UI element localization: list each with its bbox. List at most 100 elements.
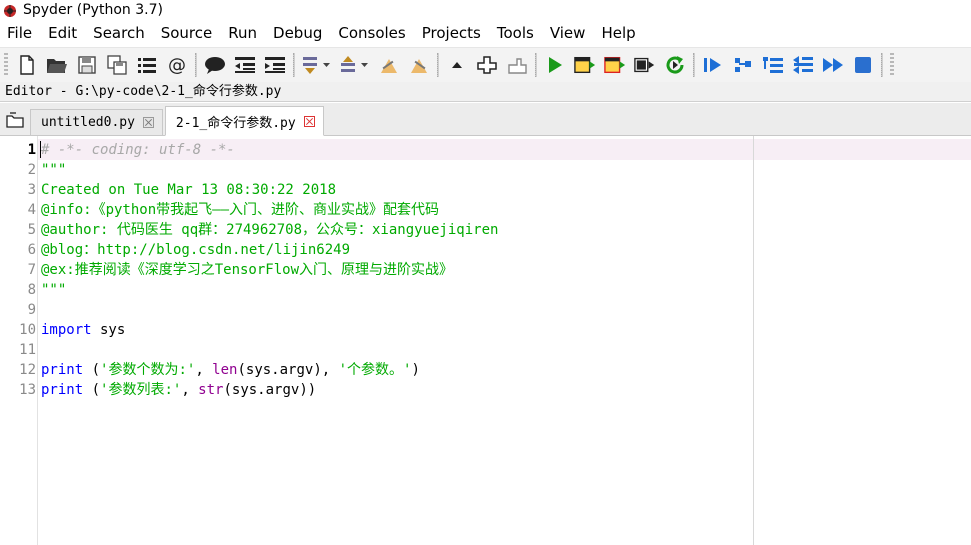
rerun-icon[interactable] — [664, 54, 686, 76]
maximize-pane-icon[interactable] — [476, 54, 498, 76]
code-line: 3 Created on Tue Mar 13 08:30:22 2018 — [0, 180, 971, 200]
toolbar-separator — [437, 53, 439, 77]
debug-icon[interactable] — [702, 54, 724, 76]
code-token-default: , — [195, 362, 213, 378]
code-line: 4 @info:《python带我起飞——入门、进阶、商业实战》配套代码 — [0, 200, 971, 220]
menu-tools[interactable]: Tools — [489, 21, 542, 45]
line-number: 12 — [19, 362, 36, 378]
open-file-icon[interactable] — [46, 54, 68, 76]
code-text: Created on Tue Mar 13 08:30:22 2018 — [41, 180, 336, 200]
toolbar-separator — [881, 53, 883, 77]
tab-label: 2-1_命令行参数.py — [175, 115, 296, 131]
code-token-string: @author: 代码医生 qq群：274962708，公众号：xiangyue… — [41, 222, 499, 238]
code-text: """ — [41, 280, 66, 300]
comment-icon[interactable] — [204, 54, 226, 76]
code-token-string: @blog：http://blog.csdn.net/lijin6249 — [41, 242, 351, 258]
code-token-builtin: len — [212, 362, 238, 378]
code-line: 10 import sys — [0, 320, 971, 340]
code-line: 9 — [0, 300, 971, 320]
code-token-keyword: print — [41, 382, 84, 398]
toolbar-separator — [535, 53, 537, 77]
spyder-icon — [3, 3, 17, 17]
browse-tabs-button[interactable] — [0, 104, 30, 135]
step-icon[interactable] — [732, 54, 754, 76]
menu-projects[interactable]: Projects — [414, 21, 489, 45]
menu-consoles[interactable]: Consoles — [330, 21, 413, 45]
code-text: @ex:推荐阅读《深度学习之TensorFlow入门、原理与进阶实战》 — [41, 260, 453, 280]
code-token-string: '个参数。' — [338, 362, 412, 378]
hand-icon[interactable] — [506, 54, 528, 76]
tab-2-1-command-line-args[interactable]: 2-1_命令行参数.py — [164, 106, 324, 136]
code-token-string: """ — [41, 162, 67, 178]
menu-file[interactable]: File — [0, 21, 40, 45]
code-token-default: (sys.argv)) — [223, 382, 317, 398]
menu-search[interactable]: Search — [85, 21, 153, 45]
svg-text:@: @ — [168, 55, 186, 75]
line-number: 13 — [19, 382, 36, 398]
toolbar-grip[interactable] — [890, 53, 894, 77]
title-bar: Spyder (Python 3.7) — [0, 0, 971, 19]
step-into-icon[interactable] — [762, 54, 784, 76]
code-text: @blog：http://blog.csdn.net/lijin6249 — [41, 240, 350, 260]
next-cursor-icon[interactable] — [340, 54, 370, 76]
code-token-default: ) — [411, 362, 420, 378]
run-cell-advance-icon[interactable] — [604, 54, 626, 76]
toolbar-separator — [293, 53, 295, 77]
code-line: 6 @blog：http://blog.csdn.net/lijin6249 — [0, 240, 971, 260]
up-arrow-icon[interactable] — [446, 54, 468, 76]
menu-help[interactable]: Help — [593, 21, 643, 45]
code-line: 13 print ('参数列表:', str(sys.argv)) — [0, 380, 971, 400]
line-number: 2 — [27, 162, 36, 178]
run-icon[interactable] — [544, 54, 566, 76]
tab-untitled0[interactable]: untitled0.py — [30, 109, 163, 135]
menu-edit[interactable]: Edit — [40, 21, 85, 45]
line-number: 6 — [27, 242, 36, 258]
save-icon[interactable] — [76, 54, 98, 76]
editor-tab-bar: untitled0.py 2-1_命令行参数.py — [0, 103, 971, 136]
code-token-string: Created on Tue Mar 13 08:30:22 2018 — [41, 182, 337, 198]
line-number: 3 — [27, 182, 36, 198]
stop-icon[interactable] — [852, 54, 874, 76]
new-file-icon[interactable] — [16, 54, 38, 76]
run-selection-icon[interactable] — [634, 54, 656, 76]
code-token-default: ( — [83, 382, 101, 398]
indent-icon[interactable] — [264, 54, 286, 76]
code-token-string: '参数个数为:' — [100, 362, 196, 378]
menu-debug[interactable]: Debug — [265, 21, 330, 45]
code-line: 12 print ('参数个数为:', len(sys.argv), '个参数。'… — [0, 360, 971, 380]
code-token-keyword: print — [41, 362, 84, 378]
close-tab-icon[interactable] — [142, 117, 154, 128]
close-tab-icon[interactable] — [303, 115, 315, 127]
code-editor[interactable]: 1 # -*- coding: utf-8 -*- 2 """ 3 Created on … — [0, 136, 971, 545]
tab-label: untitled0.py — [41, 115, 135, 130]
last-edit-icon[interactable] — [378, 54, 400, 76]
toolbar-separator — [195, 53, 197, 77]
line-number: 11 — [19, 342, 36, 358]
run-cell-icon[interactable] — [574, 54, 596, 76]
menu-source[interactable]: Source — [153, 21, 221, 45]
folder-tabs-icon — [6, 111, 24, 128]
code-token-keyword: import — [41, 322, 92, 338]
continue-icon[interactable] — [822, 54, 844, 76]
browse-tabs-icon[interactable] — [136, 54, 158, 76]
window-title: Spyder (Python 3.7) — [23, 1, 163, 18]
code-token-builtin: str — [198, 382, 224, 398]
code-text: import sys — [41, 320, 125, 340]
save-all-icon[interactable] — [106, 54, 128, 76]
code-token-default: sys — [91, 322, 126, 338]
toolbar-grip[interactable] — [4, 53, 8, 77]
editor-pane-title: Editor - G:\py-code\2-1_命令行参数.py — [0, 82, 971, 102]
warning-icon[interactable] — [408, 54, 430, 76]
menu-bar: File Edit Search Source Run Debug Consol… — [0, 21, 971, 45]
step-return-icon[interactable] — [792, 54, 814, 76]
code-token-string: """ — [41, 282, 67, 298]
unindent-icon[interactable] — [234, 54, 256, 76]
code-token-string: @ex:推荐阅读《深度学习之TensorFlow入门、原理与进阶实战》 — [41, 262, 454, 278]
menu-run[interactable]: Run — [220, 21, 265, 45]
menu-view[interactable]: View — [542, 21, 594, 45]
code-token-comment: # -*- coding: utf-8 -*- — [41, 142, 235, 158]
previous-cursor-icon[interactable] — [302, 54, 332, 76]
at-icon[interactable]: @ — [166, 54, 188, 76]
code-line: 5 @author: 代码医生 qq群：274962708，公众号：xiangyu… — [0, 220, 971, 240]
code-line: 7 @ex:推荐阅读《深度学习之TensorFlow入门、原理与进阶实战》 — [0, 260, 971, 280]
